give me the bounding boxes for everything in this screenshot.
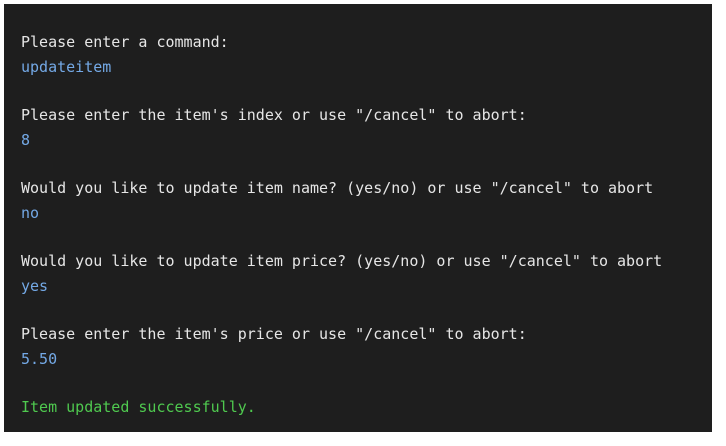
prompt-text: Please enter a command: (21, 33, 229, 51)
user-input: 8 (21, 130, 31, 149)
user-input: no (21, 203, 40, 222)
exchange-price: Please enter the item's price or use "/c… (21, 322, 712, 371)
exchange-command: Please enter a command: updateitem (21, 30, 712, 79)
user-input: yes (21, 276, 49, 295)
user-input: 5.50 (21, 349, 58, 368)
prompt-text: Please enter the item's index or use "/c… (21, 106, 527, 124)
exchange-price-choice: Would you like to update item price? (ye… (21, 249, 712, 298)
exchange-name: Would you like to update item name? (yes… (21, 176, 712, 225)
terminal-output: Please enter a command: updateitem Pleas… (4, 4, 712, 432)
prompt-text: Please enter the item's price or use "/c… (21, 325, 527, 343)
user-input: updateitem (21, 57, 112, 76)
exchange-index: Please enter the item's index or use "/c… (21, 103, 712, 152)
prompt-text: Would you like to update item name? (yes… (21, 179, 654, 197)
success-message: Item updated successfully. (21, 398, 256, 416)
prompt-text: Would you like to update item price? (ye… (21, 252, 663, 270)
